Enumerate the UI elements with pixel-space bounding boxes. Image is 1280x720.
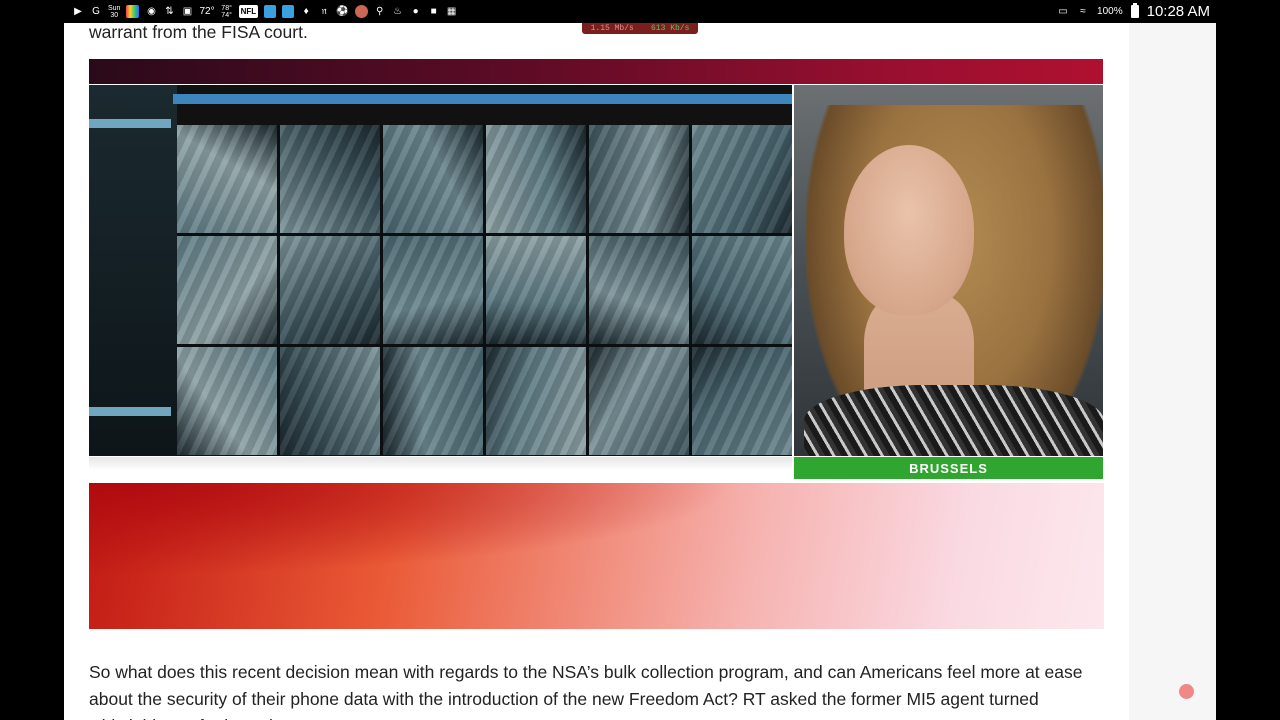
article-paragraph-top: warrant from the FISA court. [89,23,308,42]
weather-icon: 78° 74° [221,4,233,19]
camera-feed-tile [280,347,380,455]
fire-icon: ♨ [393,6,403,17]
monitor-side-panel [89,85,177,456]
monitor-strip [89,407,171,416]
guest-face [844,145,974,315]
notification-icons: ▶ G Sun 30 ◉ ⇅ ▣ 72° 78° 74° NFL ♦ 𝔫 ⚽ ⚲… [72,4,458,19]
calendar-icon: Sun 30 [108,4,121,19]
camera-feed-tile [486,236,586,344]
camera-feed-tile [383,236,483,344]
battery-percent: 100% [1097,6,1123,17]
key-icon: ⚲ [375,6,384,17]
camera-feed-tile [383,125,483,233]
lock-icon: ● [412,6,419,17]
chrome-icon: ◉ [147,6,156,17]
camera-feed-tile [589,125,689,233]
calendar-date: 30 [110,11,119,19]
camera-feed-tile [486,125,586,233]
camera-feed-tile [692,236,792,344]
battery-icon [1130,3,1139,18]
camera-grid [177,125,792,455]
camera-feed-tile [486,347,586,455]
camera-feed-tile [177,125,277,233]
camera-feed-tile [589,236,689,344]
cast-icon: ▭ [1058,6,1068,17]
surveillance-feed-image [89,85,792,456]
clock: 10:28 AM [1146,3,1210,20]
g-icon: G [92,6,100,17]
wifi-icon: ≈ [1080,6,1086,17]
monitor-strip [89,119,171,128]
location-caption: BRUSSELS [794,457,1103,479]
article-paragraph-bottom: So what does this recent decision mean w… [89,662,1083,720]
download-speed: 1.15 Mb/s [590,24,634,33]
bag-icon: ■ [430,6,437,17]
nfl-icon: NFL [238,5,259,18]
game-icon: ♦ [303,6,309,17]
system-status: ▭ ≈ 100% 10:28 AM [1057,0,1210,23]
camera-feed-tile [177,347,277,455]
app-icon [264,5,277,18]
camera-feed-tile [280,236,380,344]
camera-feed-tile [692,347,792,455]
temp-low: 74° [221,11,232,19]
guest-video-image [794,85,1103,456]
camera-feed-tile [692,125,792,233]
advertisement-banner[interactable] [89,483,1104,629]
sync-icon: ⇅ [165,6,174,17]
camera-feed-tile [280,125,380,233]
nyt-icon: 𝔫 [321,6,327,17]
camera-feed-tile [383,347,483,455]
screenshot-icon: ▣ [182,6,193,17]
upload-speed: 613 Kb/s [651,24,690,33]
temp-high: 78° [221,4,232,12]
video-top-bar [89,59,1103,84]
image-icon: ▦ [446,6,457,17]
camera-feed-tile [177,236,277,344]
calendar-day: Sun [108,4,121,12]
camera-feed-tile [589,347,689,455]
app-icon-2 [282,5,295,18]
video-icon: ▶ [74,6,82,17]
video-lower-strip [89,457,792,479]
soccer-icon: ⚽ [336,6,349,17]
temperature-label: 72° [199,6,215,17]
recording-indicator-icon [1179,684,1194,699]
page-gutter [1129,23,1216,720]
monitor-header-bar [173,94,792,104]
guest-clothing [804,385,1103,456]
pizza-icon [354,5,368,18]
status-bar: ▶ G Sun 30 ◉ ⇅ ▣ 72° 78° 74° NFL ♦ 𝔫 ⚽ ⚲… [0,0,1280,23]
network-speed-overlay: 1.15 Mb/s 613 Kb/s [582,23,698,34]
video-player[interactable]: BRUSSELS [89,59,1104,479]
google-photos-icon [126,5,140,18]
article-page[interactable]: warrant from the FISA court. 1.15 Mb/s 6… [64,23,1216,720]
